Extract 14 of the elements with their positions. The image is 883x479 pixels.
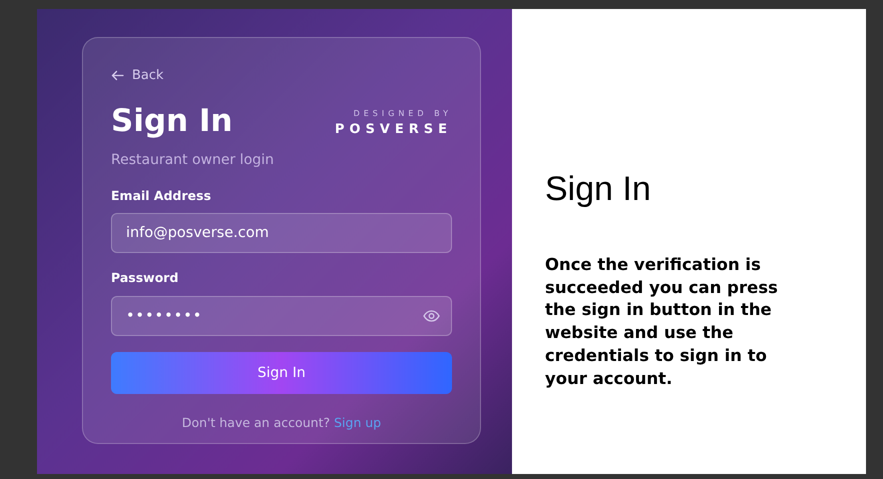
slide-body-text: Once the verification is succeeded you can press the sign in button in the website and use the credentials to sign in to your account. — [545, 254, 779, 390]
field-label: Email Address — [111, 186, 212, 204]
brand-tagline: DESIGNED BY — [352, 108, 452, 120]
back-arrow-icon — [111, 70, 124, 81]
signup-link[interactable]: Sign up — [334, 415, 382, 430]
sign-in-button[interactable]: Sign In — [111, 352, 452, 394]
brand-name: POSVERSE — [334, 121, 452, 139]
signup-prompt: Don't have an account? — [182, 415, 332, 430]
eye-icon[interactable] — [423, 310, 440, 322]
card-subtitle: Restaurant owner login — [111, 150, 275, 170]
slide-heading: Sign In — [545, 169, 652, 210]
back-link[interactable]: Back — [111, 66, 164, 86]
card-title: Sign In — [111, 104, 233, 138]
field-label: Password — [111, 269, 180, 288]
